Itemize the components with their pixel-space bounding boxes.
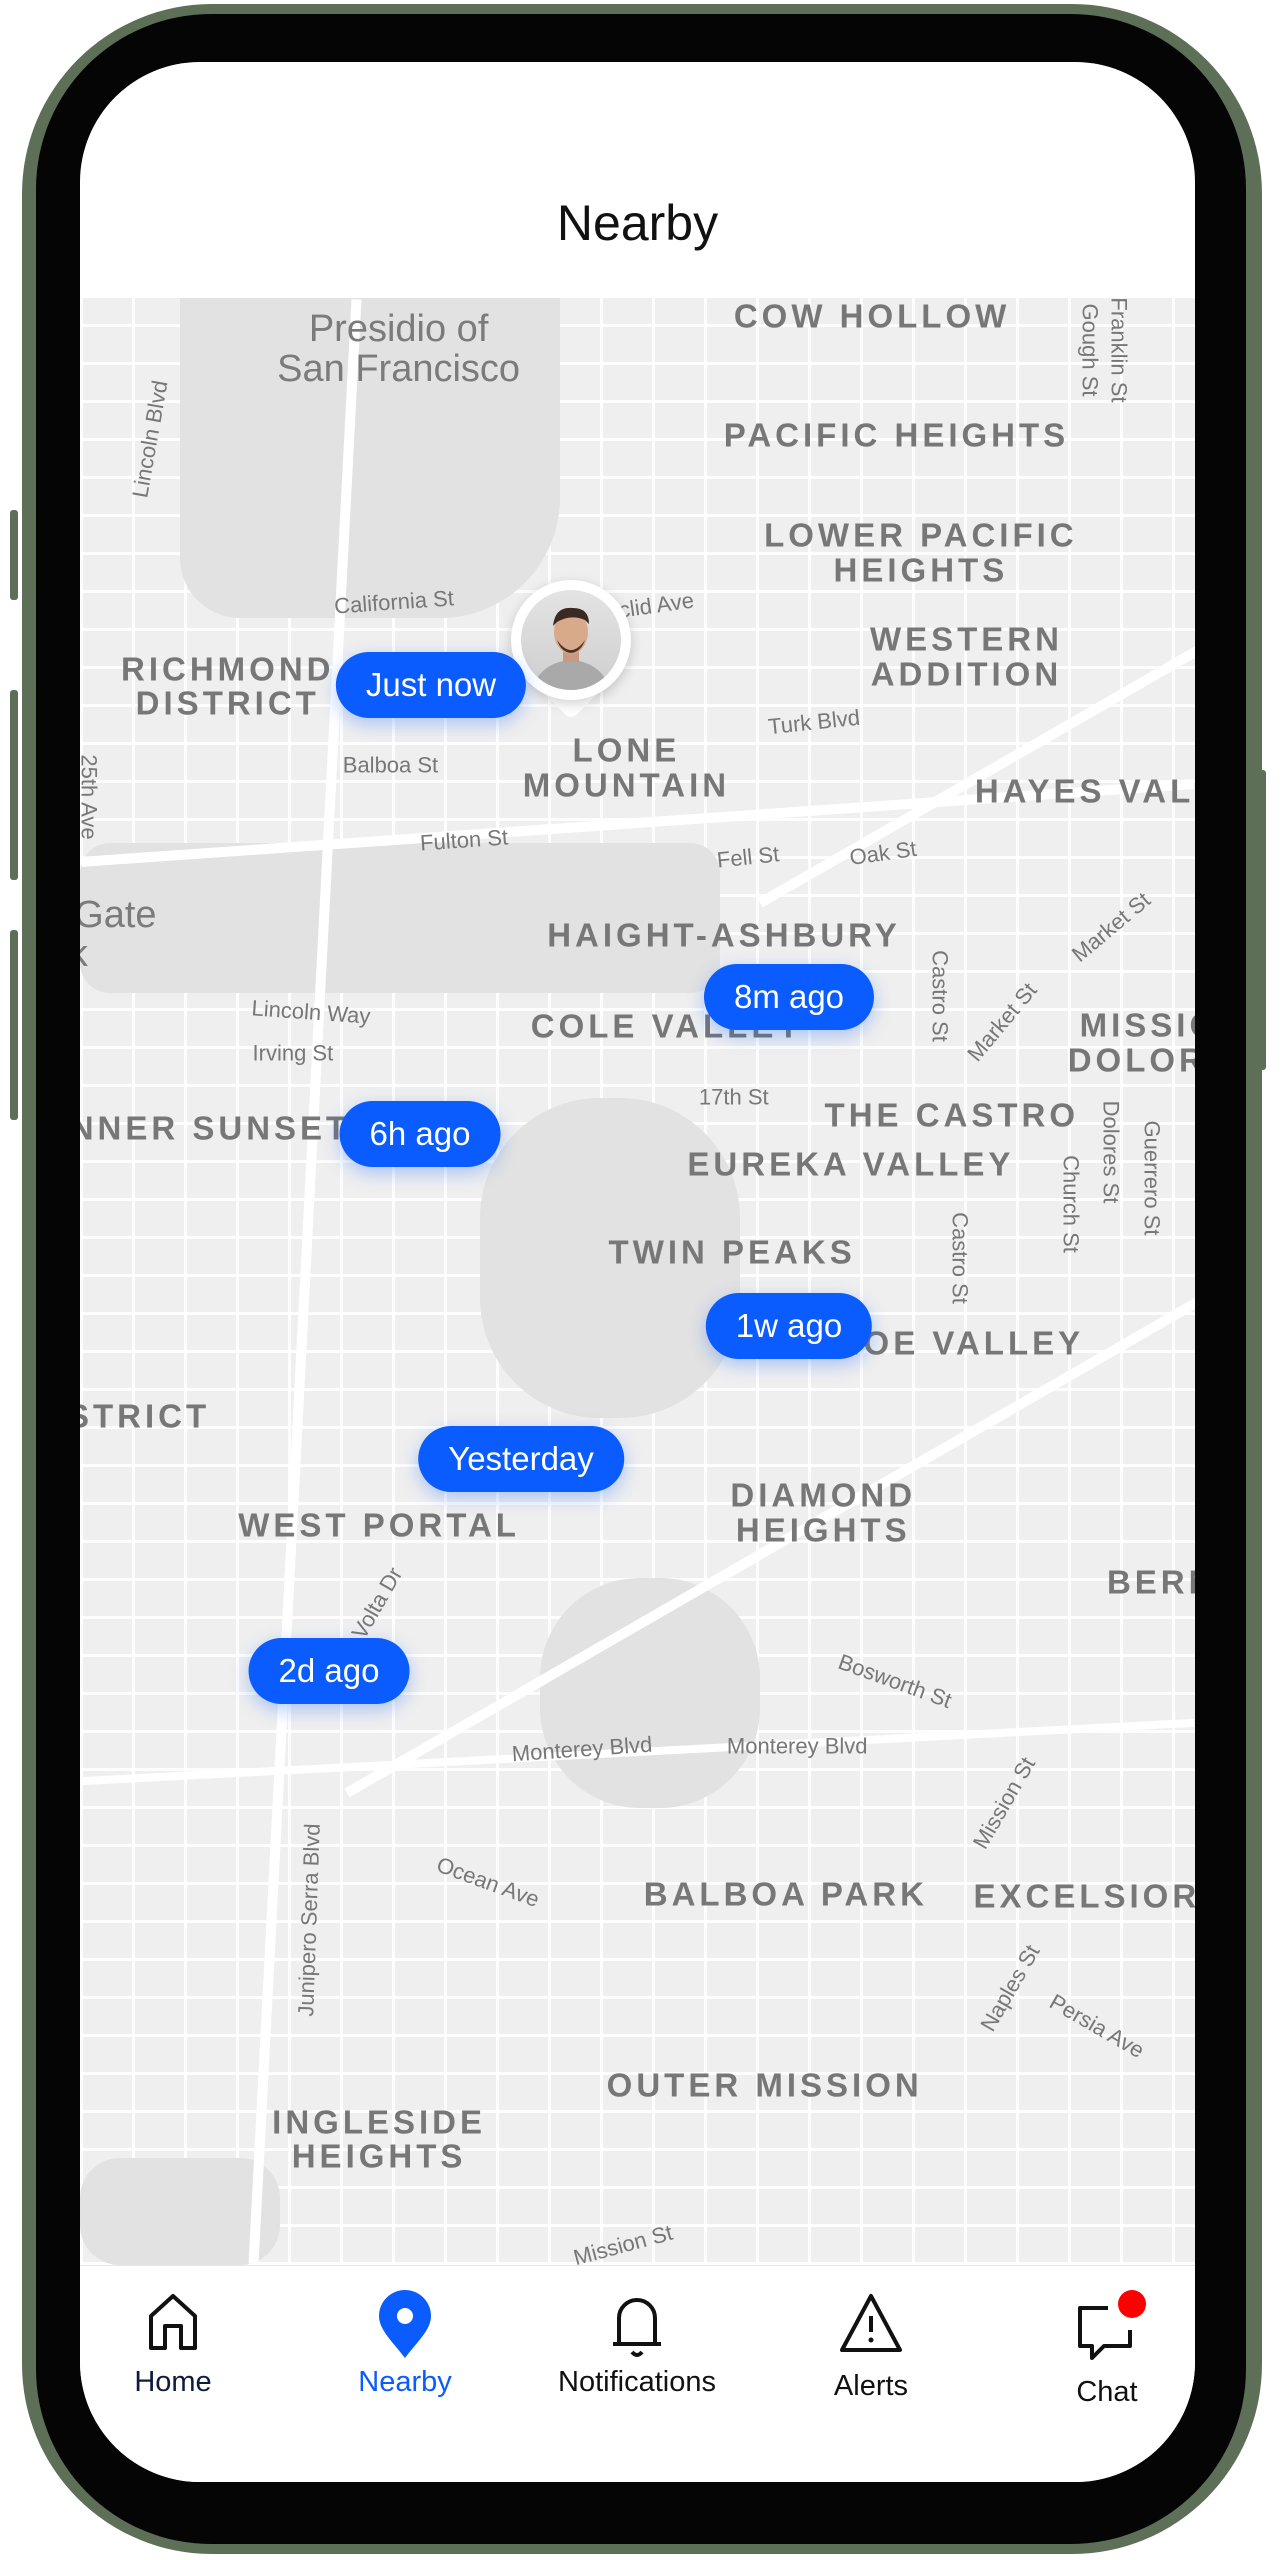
power-button	[1258, 770, 1266, 1070]
map-street-label: Dolores St	[1098, 1100, 1124, 1204]
map-street-label: Guerrero St	[1139, 1120, 1165, 1236]
map-street-label: Mission St	[967, 1752, 1040, 1853]
tab-notifications-label: Notifications	[558, 2366, 716, 2398]
user-avatar-pin[interactable]	[511, 580, 631, 721]
user-avatar	[521, 590, 621, 690]
map-district-label: WESTERN ADDITION	[869, 620, 1063, 693]
map-street-label: Persia Ave	[1044, 1988, 1149, 2063]
map-street-label: Turk Blvd	[766, 705, 861, 740]
time-pill-6h-ago[interactable]: 6h ago	[339, 1101, 501, 1167]
map-street-label: 25th Ave	[80, 754, 103, 840]
map-district-label: EXCELSIOR	[973, 1877, 1195, 1915]
map-district-label: EUREKA VALLEY	[687, 1145, 1015, 1183]
map-street-label: Lincoln Blvd	[127, 378, 173, 500]
bell-icon	[613, 2298, 661, 2357]
map-district-label: THE CASTRO	[824, 1096, 1080, 1134]
map-district-label: BERNAL	[1106, 1563, 1195, 1601]
map-district-label: Golden Gate Park	[80, 893, 157, 975]
map-district-label: COW HOLLOW	[733, 298, 1011, 335]
map-street-label: Ocean Ave	[433, 1852, 543, 1913]
map-district-label: LOWER PACIFIC HEIGHTS	[764, 516, 1078, 589]
map-district-label: NOE VALLEY	[835, 1324, 1085, 1362]
map-district-label: MISSION DOLORES	[1067, 1006, 1195, 1078]
map-street-label: Mission St	[570, 2219, 676, 2265]
map-district-label: DIAMOND HEIGHTS	[730, 1476, 917, 1549]
map-district-label: RICHMOND DISTRICT	[121, 649, 335, 722]
map-district-label: INNER SUNSET	[80, 1109, 351, 1147]
tab-alerts-label: Alerts	[833, 2370, 909, 2402]
time-pill-2d-ago[interactable]: 2d ago	[248, 1638, 410, 1704]
map-district-label: BALBOA PARK	[643, 1876, 928, 1914]
tab-bar: Home Nearby Notifications Alerts Chat	[80, 2265, 1195, 2482]
map-street-label: Naples St	[975, 1940, 1045, 2036]
map-district-label: HAYES VALLEY	[974, 773, 1195, 811]
time-pill-just-now[interactable]: Just now	[335, 652, 527, 718]
time-pill-8m-ago[interactable]: 8m ago	[703, 964, 875, 1030]
map-district-label: INGLESIDE HEIGHTS	[272, 2102, 487, 2175]
mute-switch	[10, 510, 18, 600]
screen: Nearby Presidio of San Francisco COW HOLL…	[80, 62, 1195, 2482]
map-street-label: Gough St	[1077, 303, 1103, 397]
map-street-label: Bosworth St	[834, 1648, 955, 1713]
map-district-label: HAIGHT-ASHBURY	[547, 916, 901, 954]
time-pill-yesterday[interactable]: Yesterday	[418, 1426, 624, 1492]
time-pill-1w-ago[interactable]: 1w ago	[705, 1293, 873, 1359]
map-street-label: Fell St	[716, 841, 781, 874]
map-street-label: Monterey Blvd	[726, 1733, 868, 1759]
page-title: Nearby	[556, 195, 719, 251]
map-district-label: WEST PORTAL	[238, 1506, 520, 1544]
unread-badge	[1118, 2290, 1146, 2318]
home-icon	[149, 2294, 197, 2350]
map-street-label: Castro St	[947, 1211, 973, 1304]
volume-up-button	[10, 690, 18, 880]
warning-triangle-icon	[840, 2294, 902, 2352]
tab-home-label: Home	[134, 2366, 212, 2398]
tab-chat-label: Chat	[1076, 2376, 1138, 2408]
tab-alerts[interactable]: Alerts	[771, 2290, 971, 2403]
location-pin-icon	[379, 2290, 431, 2358]
map-street-label: Franklin St	[1106, 298, 1132, 403]
map-street-label: Church St	[1058, 1155, 1084, 1253]
map-street-label: Market St	[1067, 887, 1156, 968]
tab-nearby[interactable]: Nearby	[305, 2290, 505, 2399]
volume-down-button	[10, 930, 18, 1120]
map-street-label: Junipero Serra Blvd	[293, 1822, 325, 2017]
map-street-label: Irving St	[252, 1040, 334, 1066]
map-district-label: PACIFIC HEIGHTS	[723, 416, 1070, 454]
map-street-label: Castro St	[927, 949, 953, 1042]
map-street-label: 17th St	[698, 1084, 769, 1110]
map-street-label: Fulton St	[418, 823, 509, 856]
map-street-label: Balboa St	[342, 752, 439, 778]
map-district-label: TWIN PEAKS	[608, 1233, 856, 1271]
map-street-label: Volta Dr	[347, 1562, 408, 1643]
tab-notifications[interactable]: Notifications	[537, 2290, 737, 2399]
map-street-label: Market St	[962, 977, 1043, 1066]
map-district-label: SUNSET DISTRICT	[80, 1397, 211, 1435]
map-district-label: LONE MOUNTAIN	[522, 731, 731, 803]
tab-nearby-label: Nearby	[358, 2366, 452, 2398]
map-district-label: OUTER MISSION	[606, 2066, 923, 2104]
map[interactable]: Presidio of San Francisco COW HOLLOW PACIF…	[80, 298, 1195, 2265]
tab-chat[interactable]: Chat	[1007, 2290, 1195, 2409]
map-street-label: Lincoln Way	[250, 995, 371, 1029]
map-district-label: Presidio of San Francisco	[277, 307, 521, 390]
tab-home[interactable]: Home	[80, 2290, 273, 2399]
